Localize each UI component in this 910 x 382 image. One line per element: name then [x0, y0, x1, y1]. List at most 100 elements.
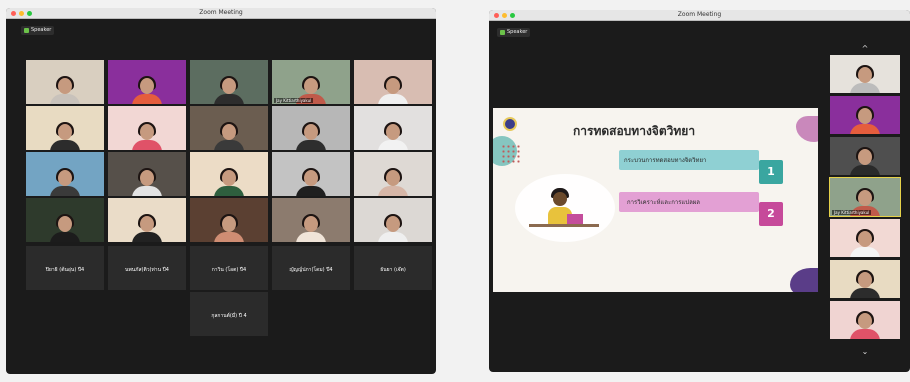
participant-video-tile[interactable]	[108, 152, 186, 196]
avatar-head	[858, 149, 872, 165]
participant-video-tile[interactable]	[108, 106, 186, 150]
avatar-body	[296, 140, 326, 150]
chevron-up-icon[interactable]: ^	[860, 44, 870, 54]
participant-name-tile[interactable]: กุลกานต์(มี่) ปี 4	[190, 292, 268, 336]
participant-avatar	[131, 168, 163, 196]
strip-video-tile[interactable]	[830, 219, 900, 257]
avatar-head	[140, 124, 154, 140]
participant-video-tile[interactable]: Jay Kittiarthiyakul	[272, 60, 350, 104]
avatar-head	[222, 78, 236, 94]
strip-video-tile[interactable]: Jay Kittiarthiyakul	[829, 177, 901, 217]
decor-shape	[796, 116, 818, 142]
participant-avatar	[213, 76, 245, 104]
slide-item-1-text: กระบวนการทดสอบทางจิตวิทยา	[624, 157, 707, 164]
avatar-head	[304, 124, 318, 140]
strip-video-tile[interactable]	[830, 96, 900, 134]
participant-video-tile[interactable]	[190, 152, 268, 196]
participant-video-tile[interactable]	[26, 198, 104, 242]
avatar-body	[214, 186, 244, 196]
participant-avatar	[131, 122, 163, 150]
participant-avatar	[377, 122, 409, 150]
avatar-body	[850, 247, 880, 257]
decor-shape	[790, 268, 818, 292]
avatar-body	[378, 186, 408, 196]
avatar-body	[850, 83, 880, 93]
illustration-desk	[529, 224, 599, 227]
view-toggle-label: Speaker	[31, 27, 52, 33]
avatar-body	[378, 232, 408, 242]
illustration-head	[553, 192, 567, 206]
participant-video-tile[interactable]	[354, 106, 432, 150]
participant-video-tile[interactable]	[26, 106, 104, 150]
participant-name: ญัญญ์ปภา(โดม) ปี4	[289, 267, 333, 273]
participant-avatar	[213, 214, 245, 242]
chevron-down-icon[interactable]: ⌄	[860, 347, 870, 357]
participant-avatar	[377, 168, 409, 196]
participant-video-tile[interactable]	[354, 198, 432, 242]
participant-name-label: Jay Kittiarthiyakul	[832, 210, 872, 215]
view-grid-icon	[500, 30, 505, 35]
slide-item-1-number: 1	[759, 160, 783, 184]
avatar-head	[304, 170, 318, 186]
participant-name-tile[interactable]: ญัญญ์ปภา(โดม) ปี4	[272, 246, 350, 290]
participant-video-tile[interactable]	[108, 198, 186, 242]
participant-video-tile[interactable]	[272, 198, 350, 242]
participant-avatar	[295, 122, 327, 150]
participant-video-tile[interactable]	[26, 152, 104, 196]
participant-video-tile[interactable]	[190, 198, 268, 242]
zoom-window-speaker: Zoom Meeting Speaker การทดสอบทางจิตวิทยา…	[489, 10, 910, 372]
participant-name-tile[interactable]: นพนภัส(ติว)ท่าน ปี4	[108, 246, 186, 290]
participant-name-tile[interactable]: ธันยา (เจ๊ต)	[354, 246, 432, 290]
view-toggle-button[interactable]: Speaker	[21, 26, 55, 35]
participant-name-label: Jay Kittiarthiyakul	[274, 98, 314, 103]
avatar-body	[214, 232, 244, 242]
slide-title: การทดสอบทางจิตวิทยา	[573, 124, 696, 138]
avatar-head	[58, 78, 72, 94]
participant-video-tile[interactable]	[354, 60, 432, 104]
participant-name-tile[interactable]: กาวิน (โอต) ปี4	[190, 246, 268, 290]
participant-video-tile[interactable]	[108, 60, 186, 104]
participant-video-tile[interactable]	[354, 152, 432, 196]
participant-avatar	[849, 311, 881, 339]
participant-video-tile[interactable]	[190, 106, 268, 150]
strip-video-tile[interactable]	[830, 301, 900, 339]
participant-avatar	[849, 229, 881, 257]
avatar-body	[132, 140, 162, 150]
avatar-head	[58, 216, 72, 232]
strip-video-tile[interactable]	[830, 137, 900, 175]
participant-avatar	[849, 270, 881, 298]
participant-avatar	[295, 214, 327, 242]
avatar-body	[850, 165, 880, 175]
avatar-body	[132, 186, 162, 196]
title-bar: Zoom Meeting	[6, 8, 436, 19]
participant-video-tile[interactable]	[190, 60, 268, 104]
avatar-body	[214, 140, 244, 150]
participant-video-tile[interactable]	[272, 152, 350, 196]
strip-video-tile[interactable]	[830, 55, 900, 93]
avatar-head	[222, 124, 236, 140]
participant-avatar	[49, 214, 81, 242]
participant-name-tile[interactable]: ปิยาธิ (ต้นอุ่น) ปี4	[26, 246, 104, 290]
avatar-head	[222, 170, 236, 186]
participant-video-tile[interactable]	[26, 60, 104, 104]
participant-avatar	[377, 76, 409, 104]
participant-avatar	[131, 214, 163, 242]
shared-slide: การทดสอบทางจิตวิทยา กระบวนการทดสอบทางจิต…	[493, 108, 818, 292]
participant-video-tile[interactable]	[272, 106, 350, 150]
avatar-body	[850, 329, 880, 339]
participant-avatar	[49, 122, 81, 150]
slide-item-2: การวิเคราะห์และการแปลผล	[619, 192, 759, 212]
avatar-head	[304, 216, 318, 232]
slide-illustration	[515, 174, 615, 250]
avatar-body	[378, 94, 408, 104]
avatar-head	[858, 190, 872, 206]
participant-avatar	[849, 65, 881, 93]
participant-name: กุลกานต์(มี่) ปี 4	[211, 313, 247, 319]
view-toggle-button[interactable]: Speaker	[497, 28, 531, 37]
avatar-body	[132, 94, 162, 104]
avatar-head	[858, 108, 872, 124]
avatar-head	[58, 170, 72, 186]
avatar-body	[50, 186, 80, 196]
participant-name: นพนภัส(ติว)ท่าน ปี4	[125, 267, 169, 273]
strip-video-tile[interactable]	[830, 260, 900, 298]
